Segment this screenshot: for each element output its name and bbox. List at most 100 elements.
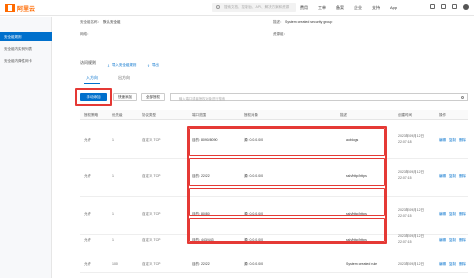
aliyun-logo-icon xyxy=(5,4,15,12)
copy-link[interactable]: 复制 xyxy=(449,238,456,243)
cell-protocol: 自定义 TCP xyxy=(142,238,161,242)
nav-enterprise[interactable]: 企业 xyxy=(354,5,362,11)
import-icon: ⇩ xyxy=(107,63,110,68)
copy-link[interactable]: 复制 xyxy=(449,262,456,267)
delete-link[interactable]: 删除 xyxy=(459,174,466,179)
info-network-label: 网络： xyxy=(80,32,91,36)
highlight-row-3 xyxy=(189,188,385,216)
th-priority: 优先级 xyxy=(112,113,123,117)
info-desc-value: System created security group xyxy=(285,20,333,24)
cell-protocol: 自定义 TCP xyxy=(142,212,161,216)
top-nav: 费用 工单 备案 企业 支持 App xyxy=(300,5,397,11)
delete-link[interactable]: 删除 xyxy=(459,262,466,267)
highlight-row-4 xyxy=(189,218,385,242)
cell-policy: 允许 xyxy=(84,262,91,266)
export-link[interactable]: ⇧ 导出 xyxy=(147,63,159,68)
top-icons xyxy=(430,4,469,10)
info-name-label: 安全组名称： xyxy=(80,20,101,24)
info-resource-group-label: 资源组： xyxy=(273,32,287,36)
edit-link[interactable]: 编辑 xyxy=(439,138,446,143)
sidebar-item-enis[interactable]: 安全组内弹性网卡 xyxy=(0,56,52,65)
highlight-row-1 xyxy=(189,128,385,156)
cell-description: System created rule xyxy=(346,262,378,266)
top-bar: 阿里云 搜索文档、控制台、API、解决方案和资源 费用 工单 备案 企业 支持 … xyxy=(0,0,474,16)
tab-outbound[interactable]: 出方向 xyxy=(118,75,130,81)
table-header: 授权策略 优先级 协议类型 端口范围 授权对象 描述 创建时间 操作 xyxy=(80,110,468,120)
delete-link[interactable]: 删除 xyxy=(459,138,466,143)
delete-link[interactable]: 删除 xyxy=(459,212,466,217)
section-title: 访问规则 xyxy=(80,60,96,65)
nav-tickets[interactable]: 工单 xyxy=(318,5,326,11)
nav-support[interactable]: 支持 xyxy=(372,5,380,11)
cell-created: 2023年09月12日 22:07:15 xyxy=(398,208,425,218)
edit-link[interactable]: 编辑 xyxy=(439,238,446,243)
help-icon[interactable] xyxy=(452,4,457,9)
cell-protocol: 自定义 TCP xyxy=(142,138,161,142)
cell-priority: 1 xyxy=(112,238,114,242)
row-actions: 编辑 复制 删除 xyxy=(439,262,466,267)
row-actions: 编辑 复制 删除 xyxy=(439,138,466,143)
tab-inbound[interactable]: 入方向 xyxy=(86,75,98,81)
cell-priority: 1 xyxy=(112,138,114,142)
edit-link[interactable]: 编辑 xyxy=(439,174,446,179)
row-actions: 编辑 复制 删除 xyxy=(439,238,466,243)
search-icon xyxy=(461,95,464,99)
logo[interactable]: 阿里云 xyxy=(5,3,35,13)
nav-app[interactable]: App xyxy=(390,5,397,11)
th-port: 端口范围 xyxy=(192,113,206,117)
th-description: 描述 xyxy=(340,113,347,117)
cell-created: 2023年09月12日 xyxy=(398,262,425,266)
copy-link[interactable]: 复制 xyxy=(449,212,456,217)
cell-policy: 允许 xyxy=(84,174,91,178)
th-actions: 操作 xyxy=(439,113,446,117)
row-actions: 编辑 复制 删除 xyxy=(439,212,466,217)
delete-link[interactable]: 删除 xyxy=(459,238,466,243)
highlight-row-2 xyxy=(189,158,385,186)
cell-policy: 允许 xyxy=(84,138,91,142)
th-policy: 授权策略 xyxy=(84,113,98,117)
export-icon: ⇧ xyxy=(147,63,150,68)
cell-priority: 100 xyxy=(112,262,118,266)
copy-link[interactable]: 复制 xyxy=(449,138,456,143)
cell-port: 目的: 22/22 xyxy=(192,262,210,266)
sidebar-item-instances[interactable]: 安全组内实例列表 xyxy=(0,44,52,53)
rule-filter-input[interactable]: 输入端口或者授权对象进行搜索 xyxy=(170,93,468,101)
search-icon xyxy=(216,5,220,9)
nav-fees[interactable]: 费用 xyxy=(300,5,308,11)
th-protocol: 协议类型 xyxy=(142,113,156,117)
cell-source: 源: 0.0.0.0/0 xyxy=(244,262,264,266)
info-desc-label: 描述： xyxy=(273,20,284,24)
th-source: 授权对象 xyxy=(244,113,258,117)
logo-text: 阿里云 xyxy=(17,6,36,13)
sidebar: 安全组规则 安全组内实例列表 安全组内弹性网卡 xyxy=(0,17,52,278)
all-auth-button[interactable]: 全部授权 xyxy=(141,93,165,101)
cell-created: 2023年09月12日 22:07:15 xyxy=(398,170,425,180)
import-rules-link[interactable]: ⇩ 导入安全组规则 xyxy=(107,63,136,68)
notification-icon[interactable] xyxy=(441,4,446,9)
avatar[interactable] xyxy=(463,4,469,10)
highlight-box-add xyxy=(75,88,112,106)
edit-link[interactable]: 编辑 xyxy=(439,212,446,217)
cell-policy: 允许 xyxy=(84,238,91,242)
nav-icp[interactable]: 备案 xyxy=(336,5,344,11)
filter-placeholder: 输入端口或者授权对象进行搜索 xyxy=(179,96,226,101)
row-actions: 编辑 复制 删除 xyxy=(439,174,466,179)
cell-created: 2023年09月12日 22:07:18 xyxy=(398,134,425,144)
search-placeholder: 搜索文档、控制台、API、解决方案和资源 xyxy=(224,5,290,9)
info-name-value: 默认安全组 xyxy=(103,20,121,24)
cell-policy: 允许 xyxy=(84,212,91,216)
copy-link[interactable]: 复制 xyxy=(449,174,456,179)
cell-created: 2023年09月12日 22:07:15 xyxy=(398,234,425,244)
edit-link[interactable]: 编辑 xyxy=(439,262,446,267)
quick-add-button[interactable]: 快速添加 xyxy=(113,93,137,101)
tab-underline xyxy=(84,83,100,84)
table-row: 允许 100 自定义 TCP 目的: 22/22 源: 0.0.0.0/0 Sy… xyxy=(80,255,468,278)
cell-protocol: 自定义 TCP xyxy=(142,262,161,266)
search-input[interactable]: 搜索文档、控制台、API、解决方案和资源 xyxy=(212,3,296,12)
cell-priority: 1 xyxy=(112,174,114,178)
th-created: 创建时间 xyxy=(398,113,412,117)
sidebar-item-rules[interactable]: 安全组规则 xyxy=(0,32,52,41)
cell-protocol: 自定义 TCP xyxy=(142,174,161,178)
terminal-icon[interactable] xyxy=(430,4,435,9)
cell-priority: 1 xyxy=(112,212,114,216)
